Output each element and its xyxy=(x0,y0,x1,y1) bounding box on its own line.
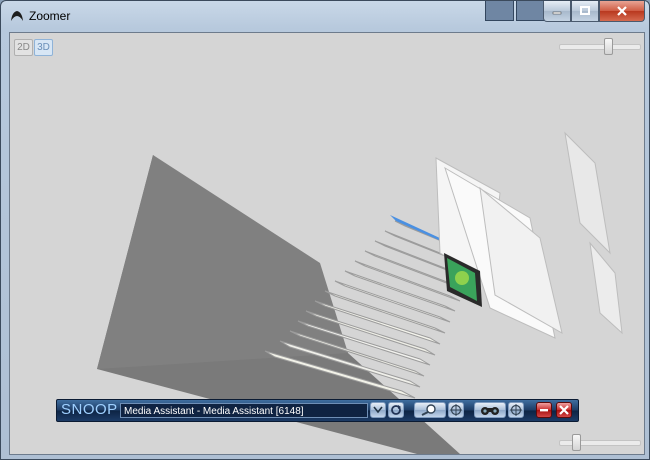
snoop-minimize-button[interactable] xyxy=(536,402,552,418)
app-icon xyxy=(11,11,23,21)
bottom-zoom-slider[interactable] xyxy=(559,434,641,451)
chevron-down-icon xyxy=(373,406,383,414)
zoomer-viewport[interactable]: 2D 3D SNOOP Media Assistant - Media Assi… xyxy=(9,32,645,455)
snoop-logo: SNOOP xyxy=(61,401,118,418)
magnify-crosshair-button[interactable] xyxy=(448,402,464,418)
caption-buttons xyxy=(543,1,645,23)
window-title: Zoomer xyxy=(29,9,71,23)
zoomer-crosshair-button[interactable] xyxy=(508,402,524,418)
minus-icon xyxy=(540,409,548,412)
binoculars-icon xyxy=(481,407,499,415)
refresh-icon xyxy=(391,405,401,415)
minimize-icon xyxy=(552,11,562,15)
crosshair-icon xyxy=(450,404,462,416)
close-button[interactable] xyxy=(599,1,645,22)
maximize-button[interactable] xyxy=(571,1,599,22)
close-icon xyxy=(617,6,627,16)
title-bar[interactable]: Zoomer xyxy=(1,1,649,31)
panel-layers xyxy=(435,131,623,339)
root-plane-face xyxy=(97,155,348,369)
snoop-magnify-button[interactable] xyxy=(414,402,446,418)
zoomer-window: Zoomer 2D 3D SNOOP Media Assistant - Med… xyxy=(0,0,650,460)
bottom-zoom-slider-thumb[interactable] xyxy=(572,434,581,451)
target-process-select[interactable]: Media Assistant - Media Assistant [6148] xyxy=(120,403,368,418)
maximize-icon xyxy=(580,6,590,15)
target-dropdown-button[interactable] xyxy=(370,402,386,418)
crosshair-icon xyxy=(510,404,522,416)
3d-visual-tree-scene[interactable] xyxy=(10,33,644,454)
minimize-button[interactable] xyxy=(543,1,571,22)
refresh-button[interactable] xyxy=(388,402,404,418)
close-icon xyxy=(559,405,569,415)
magnifier-icon xyxy=(421,404,436,416)
snoop-close-button[interactable] xyxy=(556,402,572,418)
zoomer-button[interactable] xyxy=(474,402,506,418)
snoop-toolbar: SNOOP Media Assistant - Media Assistant … xyxy=(56,399,579,422)
